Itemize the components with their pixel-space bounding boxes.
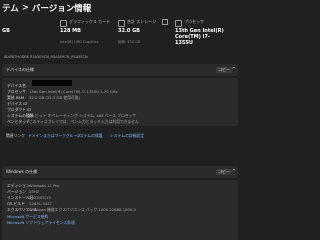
device-specs-header[interactable]: デバイスの仕様 コピー ^ bbox=[2, 64, 238, 76]
windows-specs-header[interactable]: Windows の仕様 コピー ^ bbox=[2, 166, 238, 178]
card-storage-sub: 使用: 450 GB bbox=[118, 40, 141, 44]
card-graphics: グラフィックス カード 128 MB Intel(R) UHD Graphics bbox=[60, 19, 112, 52]
summary-cards: GB グラフィックス カード 128 MB Intel(R) UHD Graph… bbox=[0, 19, 240, 52]
link-advanced-system-settings[interactable]: システムの詳細設定 bbox=[110, 133, 144, 139]
storage-icon bbox=[118, 20, 125, 27]
windows-specs-title: Windows の仕様 bbox=[6, 169, 38, 174]
breadcrumb: テム > バージョン情報 bbox=[2, 1, 91, 15]
chevron-up-icon[interactable]: ^ bbox=[232, 169, 236, 175]
card-graphics-sub: Intel(R) UHD Graphics bbox=[60, 40, 99, 44]
processor-icon bbox=[175, 20, 182, 27]
breadcrumb-separator-icon: > bbox=[21, 3, 29, 13]
page-title: バージョン情報 bbox=[31, 4, 92, 14]
open-storage-icon[interactable] bbox=[162, 19, 168, 25]
related-links-label: 関連リンク bbox=[6, 133, 25, 138]
link-system-protection[interactable]: システムの保護 bbox=[76, 133, 102, 139]
card-graphics-label: グラフィックス カード bbox=[69, 19, 111, 24]
device-name-line: IBXP8THODEK R5A5E9CN_R5A5E9CN_RSA5ECN bbox=[4, 55, 88, 59]
card-processor: プロセッサ 13th Gen Intel(R) Core(TM) i7-1355… bbox=[175, 19, 237, 52]
card-graphics-value: 128 MB bbox=[60, 28, 81, 34]
device-specs-title: デバイスの仕様 bbox=[6, 67, 34, 72]
card-memory: GB bbox=[2, 19, 52, 52]
redacted-device-name bbox=[32, 80, 72, 86]
card-storage-label: 合計 ストレージ bbox=[127, 19, 157, 24]
card-processor-label: プロセッサ bbox=[184, 19, 204, 24]
card-memory-value: GB bbox=[2, 28, 10, 34]
related-links: 関連リンク ドメインまたはワークグループ システムの保護 システムの詳細設定 bbox=[2, 131, 238, 141]
chevron-up-icon[interactable]: ^ bbox=[232, 67, 236, 73]
copy-device-specs-button[interactable]: コピー bbox=[216, 67, 232, 73]
copy-windows-specs-button[interactable]: コピー bbox=[216, 169, 232, 175]
card-storage-value: 32.0 GB bbox=[118, 28, 140, 34]
link-domain-workgroup[interactable]: ドメインまたはワークグループ bbox=[28, 133, 81, 139]
card-processor-sub: 1.70 GHz bbox=[175, 40, 192, 44]
windows-specs-body: エディションWindows 11 Pro バージョン 23H2 インストール日20… bbox=[2, 180, 238, 240]
spec-row-pen-touch: ペンとタッチこのディスプレイでは、ペン入力とタッチ入力は利用できません bbox=[7, 119, 139, 124]
link-license-terms[interactable]: Microsoft ソフトウェアライセンス条項 bbox=[7, 220, 75, 226]
breadcrumb-parent[interactable]: テム bbox=[2, 2, 19, 14]
graphics-card-icon bbox=[60, 20, 67, 27]
win-row-experience: エクスペリエンスWindows 機能エクスペリエンス パック 1000.2268… bbox=[7, 207, 136, 212]
card-storage: 合計 ストレージ 32.0 GB 使用: 450 GB bbox=[118, 19, 168, 52]
